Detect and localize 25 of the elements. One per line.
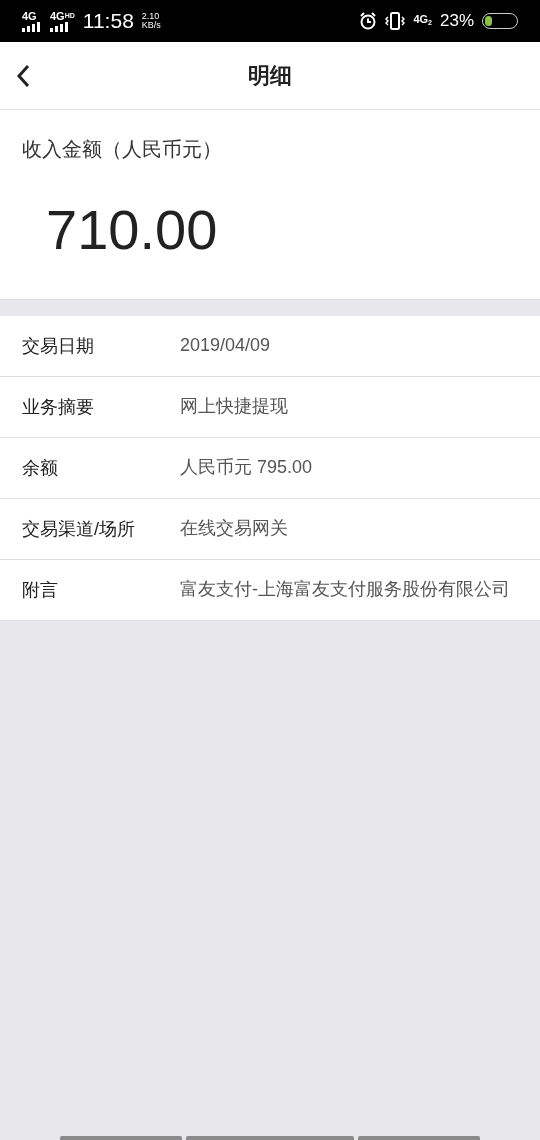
income-label: 收入金额（人民币元）	[22, 137, 223, 162]
network-label: 4G	[22, 10, 37, 22]
alarm-clock-icon	[359, 12, 378, 30]
income-amount: 710.00	[46, 197, 219, 263]
network-label: 4G	[50, 10, 65, 22]
back-icon[interactable]	[16, 64, 32, 88]
network-label: 4G	[413, 13, 429, 27]
detail-label: 附言	[22, 578, 59, 602]
detail-value: 在线交易网关	[180, 518, 288, 540]
signal-icon	[22, 21, 42, 32]
detail-label: 余额	[22, 456, 59, 480]
detail-value: 富友支付-上海富友支付服务股份有限公司	[180, 579, 510, 601]
detail-value: 网上快捷提现	[180, 396, 288, 418]
speed-value: 2.10	[141, 12, 161, 21]
page-title: 明细	[248, 62, 292, 90]
detail-label: 业务摘要	[22, 395, 95, 419]
detail-value: 人民币元 795.00	[180, 457, 313, 479]
vibrate-icon	[385, 11, 406, 31]
detail-value: 2019/04/09	[180, 335, 271, 357]
signal-icon	[50, 21, 70, 32]
battery-percent: 23%	[439, 10, 474, 33]
detail-label: 交易日期	[22, 334, 95, 358]
clock-time: 11:58	[82, 8, 134, 35]
detail-label: 交易渠道/场所	[22, 517, 136, 541]
speed-unit: KB/s	[141, 21, 161, 30]
